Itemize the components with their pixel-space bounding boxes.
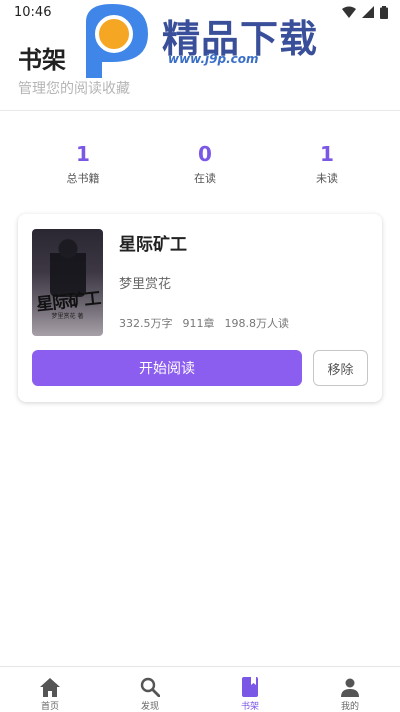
nav-item-profile[interactable]: 我的 [300,667,400,712]
stat-value: 0 [198,142,212,166]
page-title: 书架 [18,46,66,74]
nav-item-home[interactable]: 首页 [0,667,100,712]
book-reader-count: 198.8万人读 [224,317,290,330]
nav-label: 书架 [240,702,259,712]
nav-label: 我的 [340,702,359,712]
cover-author: 梦里赏花 著 [51,313,84,320]
start-reading-button[interactable]: 开始阅读 [32,350,302,386]
book-icon [239,676,261,698]
book-card[interactable]: 星际矿工 梦里赏花 著 星际矿工 梦里赏花 332.5万字 911章 198.8… [18,214,382,402]
bottom-nav: 首页 发现 书架 我的 [0,666,400,712]
book-author: 梦里赏花 [119,277,172,292]
book-meta: 332.5万字 911章 198.8万人读 [119,315,289,331]
battery-icon [380,5,388,19]
book-cover[interactable]: 星际矿工 梦里赏花 著 [32,229,103,336]
watermark-url: www.j9p.com [168,52,259,66]
status-icons [342,5,388,19]
book-chapter-count: 911章 [182,317,215,330]
header-divider [0,110,400,111]
stat-reading: 0 在读 [170,140,240,190]
status-time: 10:46 [14,4,52,20]
signal-icon [362,6,374,18]
stat-label: 未读 [316,172,338,185]
nav-label: 首页 [40,702,59,712]
person-icon [339,676,361,698]
wifi-icon [342,6,356,18]
search-icon [139,676,161,698]
watermark-logo [86,4,148,78]
book-title[interactable]: 星际矿工 [119,230,187,255]
stat-label: 总书籍 [66,172,100,185]
stat-unread: 1 未读 [292,140,362,190]
nav-item-discover[interactable]: 发现 [100,667,200,712]
nav-item-bookshelf[interactable]: 书架 [200,667,300,712]
nav-label: 发现 [140,702,159,712]
book-word-count: 332.5万字 [119,317,173,330]
stat-label: 在读 [194,172,216,185]
home-icon [39,676,61,698]
stat-value: 1 [320,142,334,166]
stats-row: 1 总书籍 0 在读 1 未读 [0,140,400,190]
stat-total-books: 1 总书籍 [48,140,118,190]
remove-button[interactable]: 移除 [313,350,368,386]
stat-value: 1 [76,142,90,166]
